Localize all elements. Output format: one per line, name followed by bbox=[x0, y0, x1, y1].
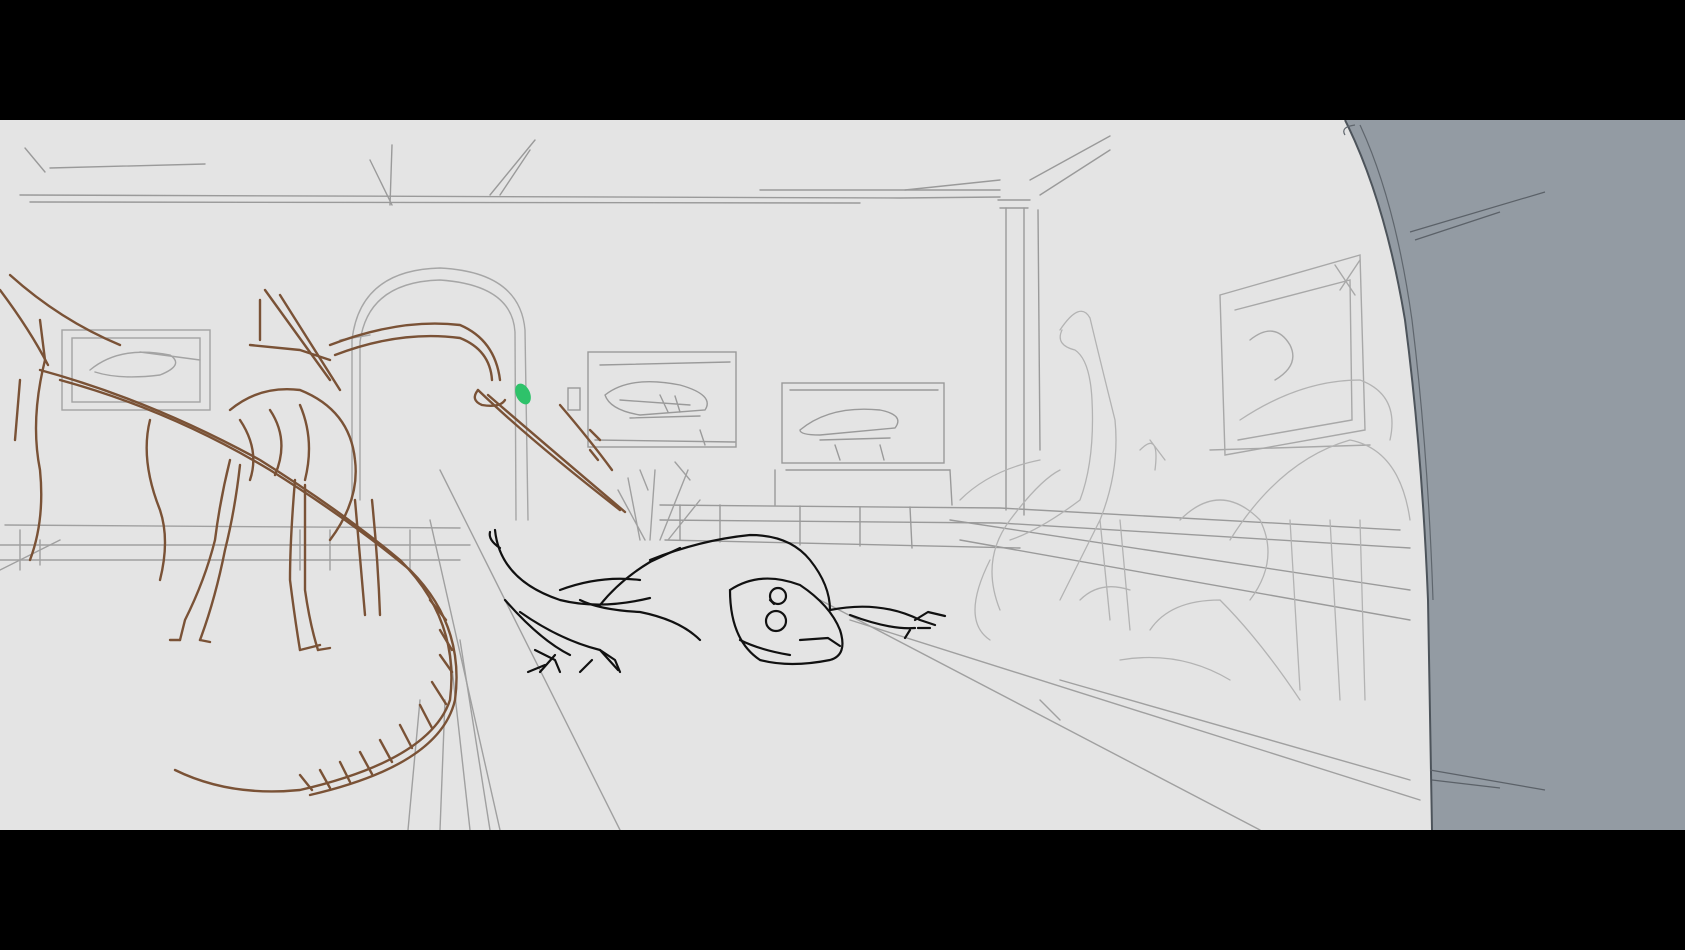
letterbox-top bbox=[0, 0, 1685, 120]
storyboard-panel bbox=[0, 120, 1685, 830]
letterbox-bottom bbox=[0, 830, 1685, 950]
sketch-canvas bbox=[0, 120, 1685, 830]
storyboard-frame bbox=[0, 0, 1685, 950]
